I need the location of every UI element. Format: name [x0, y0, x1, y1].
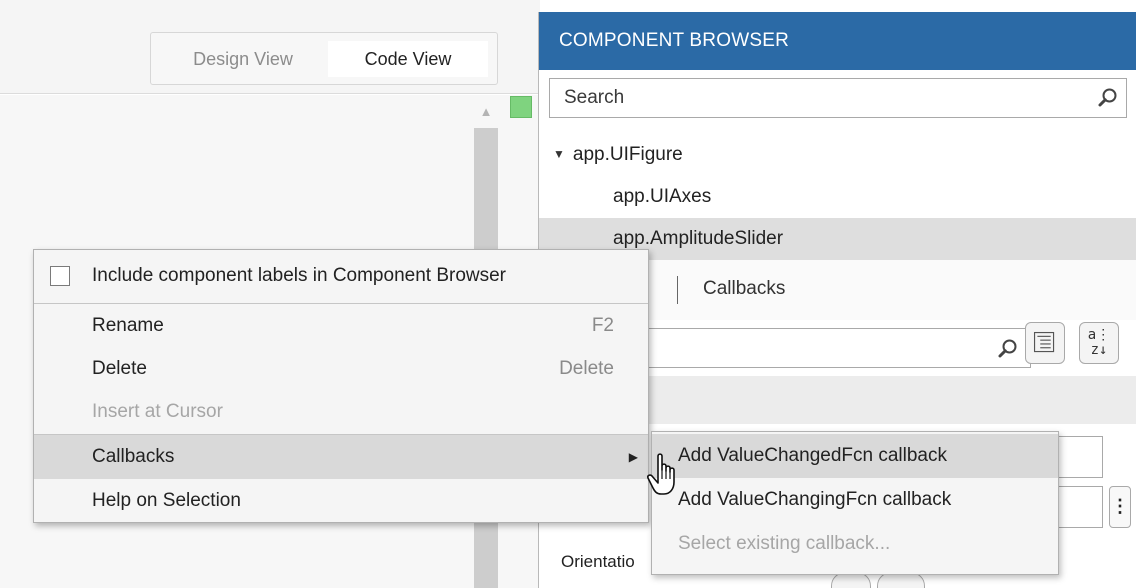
- hand-cursor-icon: [647, 453, 675, 495]
- menu-item-insert-at-cursor: Insert at Cursor: [34, 390, 648, 434]
- design-view-button[interactable]: Design View: [161, 41, 325, 77]
- tree-node-label: app.UIAxes: [613, 186, 712, 207]
- submenu-item-select-existing-callback: Select existing callback...: [678, 533, 891, 554]
- menu-item-label: Include component labels in Component Br…: [92, 265, 507, 286]
- tab-callbacks[interactable]: Callbacks: [703, 278, 785, 300]
- menu-item-rename[interactable]: Rename F2: [34, 304, 648, 348]
- component-search-field[interactable]: Search: [549, 78, 1127, 118]
- submenu-arrow-icon: ▶: [628, 450, 638, 464]
- tree-node-label: app.UIFigure: [572, 144, 683, 165]
- group-icon: [1033, 331, 1055, 353]
- tree-node-uiaxes[interactable]: app.UIAxes: [539, 176, 1136, 218]
- tree-node-uifigure[interactable]: ▼ app.UIFigure: [539, 134, 1136, 176]
- sort-az-icon[interactable]: a⋮ z↓: [1079, 322, 1119, 364]
- menu-item-label: Delete: [92, 358, 147, 379]
- menu-item-shortcut: Delete: [559, 358, 614, 379]
- callbacks-submenu: Add ValueChangedFcn callback Add ValueCh…: [651, 431, 1059, 575]
- menu-item-label: Insert at Cursor: [92, 401, 223, 422]
- component-browser-header: COMPONENT BROWSER: [539, 12, 1136, 70]
- search-icon: [998, 339, 1017, 358]
- menu-item-callbacks[interactable]: Callbacks ▶: [34, 435, 648, 479]
- menu-item-label: Help on Selection: [92, 490, 241, 511]
- menu-item-help-on-selection[interactable]: Help on Selection: [34, 479, 648, 523]
- submenu-item-add-valuechangingfcn[interactable]: Add ValueChangingFcn callback: [652, 478, 1058, 522]
- menu-item-label: Rename: [92, 315, 164, 336]
- menu-item-shortcut: F2: [591, 315, 614, 336]
- search-icon: [1098, 88, 1117, 107]
- view-toggle: Design View Code View: [150, 32, 498, 85]
- group-properties-button[interactable]: [1025, 322, 1065, 364]
- expand-triangle-icon[interactable]: ▼: [553, 133, 565, 175]
- context-menu: Include component labels in Component Br…: [33, 249, 649, 523]
- submenu-item-add-valuechangedfcn[interactable]: Add ValueChangedFcn callback: [652, 434, 1058, 478]
- scroll-up-icon[interactable]: ▲: [476, 100, 496, 124]
- orientation-label: Orientatio: [561, 552, 635, 571]
- property-search-field[interactable]: [627, 328, 1031, 368]
- code-status-indicator: [510, 96, 532, 118]
- menu-item-include-labels[interactable]: Include component labels in Component Br…: [34, 254, 648, 298]
- tree-node-label: app.AmplitudeSlider: [613, 228, 784, 249]
- menu-item-delete[interactable]: Delete Delete: [34, 347, 648, 391]
- menu-item-label: Callbacks: [92, 446, 175, 467]
- code-view-button[interactable]: Code View: [328, 41, 488, 77]
- include-labels-checkbox[interactable]: [50, 266, 70, 286]
- tab-divider: [677, 276, 678, 304]
- more-options-button[interactable]: ⋮: [1109, 486, 1131, 528]
- component-search-placeholder: Search: [564, 87, 625, 108]
